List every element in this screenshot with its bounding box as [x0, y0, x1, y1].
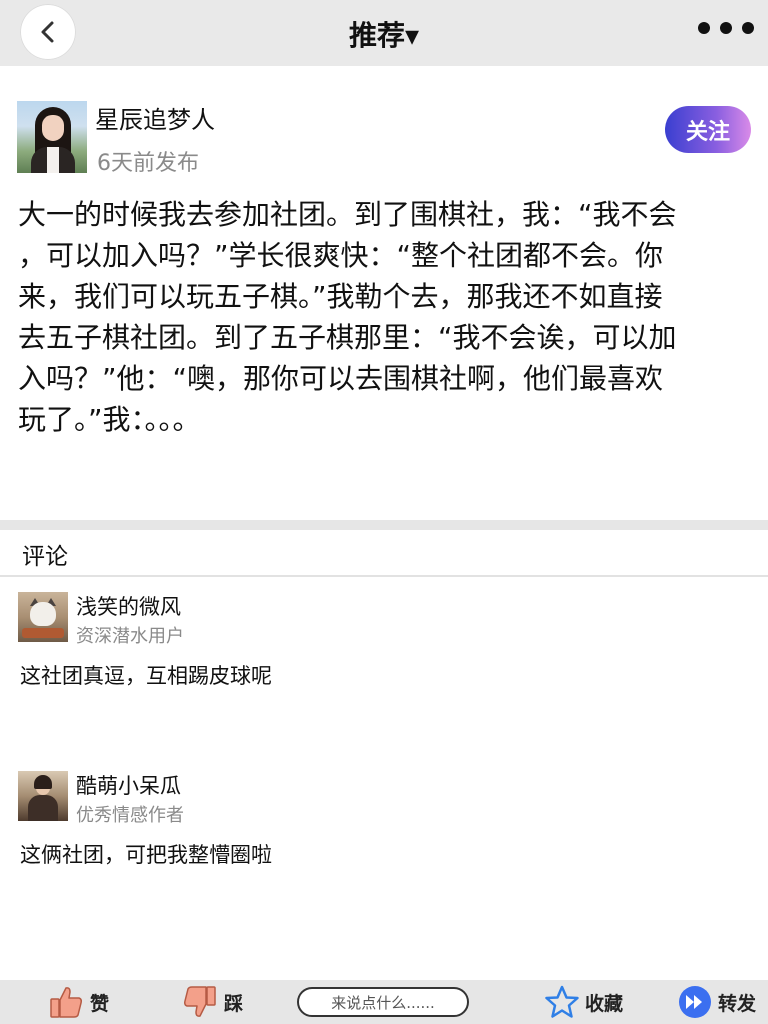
- commenter-avatar[interactable]: [18, 771, 68, 821]
- commenter-name[interactable]: 浅笑的微风: [76, 591, 181, 621]
- author-avatar[interactable]: [17, 101, 87, 173]
- comment-text: 这社团真逗，互相踢皮球呢: [20, 664, 272, 688]
- post-line: 大一的时候我去参加社团。到了围棋社，我：“我不会: [18, 198, 677, 231]
- comments-heading: 评论: [22, 544, 68, 570]
- commenter-role: 资深潜水用户: [76, 626, 184, 647]
- top-bar: 推荐▾: [0, 0, 768, 66]
- follow-button[interactable]: 关注: [665, 106, 751, 153]
- more-dots-icon[interactable]: [698, 22, 754, 34]
- fast-forward-icon: [679, 986, 711, 1018]
- favorite-button[interactable]: 收藏: [545, 980, 623, 1024]
- post-line: 来，我们可以玩五子棋。”我勒个去，那我还不如直接: [18, 280, 663, 313]
- post-line: 入吗？”他：“噢，那你可以去围棋社啊，他们最喜欢: [18, 362, 664, 395]
- post-line: 玩了。”我：。。。: [18, 403, 201, 436]
- favorite-label: 收藏: [585, 992, 624, 1015]
- bottom-action-bar: 赞 踩 来说点什么...... 收藏 转发: [0, 980, 768, 1024]
- section-divider: [0, 520, 768, 530]
- post-time: 6天前发布: [97, 151, 199, 176]
- like-label: 赞: [90, 992, 110, 1015]
- page-title[interactable]: 推荐▾: [0, 14, 768, 54]
- thumbs-up-icon: [50, 987, 82, 1018]
- commenter-avatar[interactable]: [18, 592, 68, 642]
- share-button[interactable]: 转发: [678, 980, 756, 1024]
- author-name[interactable]: 星辰追梦人: [95, 100, 215, 135]
- post-line: ，可以加入吗？”学长很爽快：“整个社团都不会。你: [18, 239, 664, 272]
- commenter-name[interactable]: 酷萌小呆瓜: [76, 770, 181, 800]
- comment-text: 这俩社团，可把我整懵圈啦: [20, 843, 272, 867]
- star-icon: [545, 985, 579, 1018]
- post-content: 大一的时候我去参加社团。到了围棋社，我：“我不会 ，可以加入吗？”学长很爽快：“…: [18, 194, 748, 440]
- post-line: 去五子棋社团。到了五子棋那里：“我不会诶，可以加: [18, 321, 677, 354]
- thumbs-down-icon: [184, 986, 216, 1017]
- divider: [0, 575, 768, 577]
- dislike-label: 踩: [224, 992, 244, 1015]
- like-button[interactable]: 赞: [48, 980, 109, 1024]
- share-label: 转发: [718, 992, 757, 1015]
- commenter-role: 优秀情感作者: [76, 805, 184, 826]
- dislike-button[interactable]: 踩: [182, 980, 243, 1024]
- comment-input[interactable]: 来说点什么......: [297, 987, 469, 1017]
